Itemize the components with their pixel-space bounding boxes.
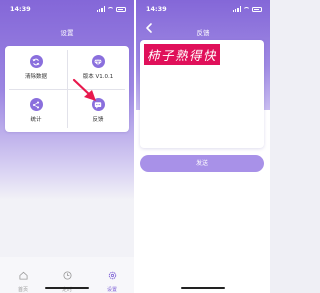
wifi-icon [243, 6, 250, 12]
home-indicator [45, 287, 89, 289]
status-bar: 14:39 [0, 5, 134, 15]
tab-bar: 首页 定时 设置 [0, 257, 134, 293]
feedback-button[interactable]: 反馈 [67, 89, 129, 132]
page-title: 反馈 [196, 29, 210, 37]
clock-icon [62, 271, 72, 280]
clear-data-label: 清除数据 [24, 74, 47, 80]
settings-screen: 14:39 设置 清除数据 版本 V1.0.1 统计 反馈 首页 定时 设置 [0, 0, 134, 293]
statistics-button[interactable]: 统计 [5, 89, 67, 132]
feedback-label: 反馈 [92, 117, 104, 123]
send-button[interactable]: 发送 [140, 155, 264, 172]
page-title: 设置 [60, 29, 74, 37]
status-time: 14:39 [10, 5, 31, 13]
wifi-icon [107, 6, 114, 12]
feedback-screen: 14:39 反馈 柿子熟得快 发送 [136, 0, 270, 293]
tab-home-label: 首页 [17, 287, 28, 293]
refresh-icon [29, 55, 43, 68]
diamond-icon [91, 55, 105, 68]
feedback-textarea[interactable]: 柿子熟得快 [140, 40, 264, 148]
version-item[interactable]: 版本 V1.0.1 [67, 46, 129, 89]
battery-icon [116, 6, 126, 12]
tab-settings-label: 设置 [106, 287, 117, 293]
signal-icon [96, 6, 105, 12]
message-icon [91, 98, 105, 111]
version-label: 版本 V1.0.1 [82, 74, 114, 80]
settings-card: 清除数据 版本 V1.0.1 统计 反馈 [5, 46, 129, 132]
clear-data-button[interactable]: 清除数据 [5, 46, 67, 89]
status-time: 14:39 [146, 5, 167, 13]
signal-icon [232, 6, 241, 12]
home-indicator [181, 287, 225, 289]
statistics-label: 统计 [30, 117, 42, 123]
feedback-input-text: 柿子熟得快 [144, 44, 221, 65]
gear-icon [108, 271, 116, 280]
tab-home[interactable]: 首页 [8, 265, 38, 293]
share-icon [29, 98, 43, 111]
tab-settings[interactable]: 设置 [97, 265, 127, 293]
status-bar: 14:39 [136, 5, 270, 15]
battery-icon [252, 6, 262, 12]
home-icon [18, 271, 28, 280]
